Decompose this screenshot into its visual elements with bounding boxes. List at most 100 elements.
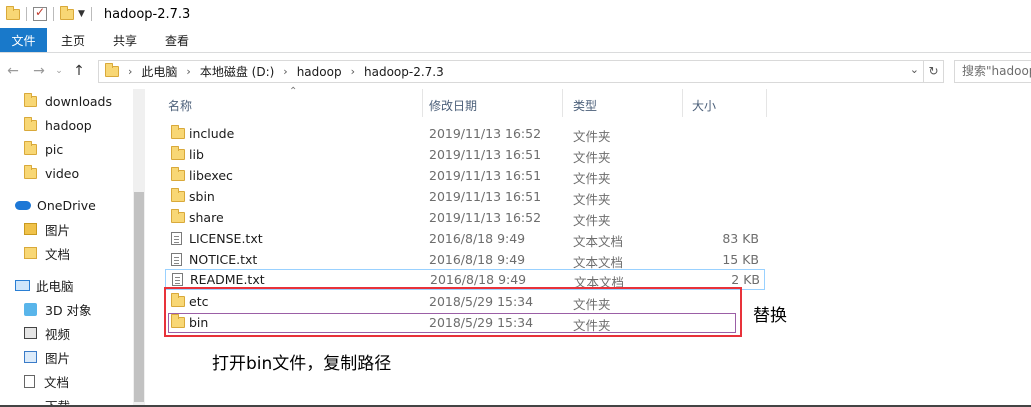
sidebar-item-downloads[interactable]: downloads <box>24 90 112 112</box>
file-date: 2019/11/13 16:52 <box>429 126 542 141</box>
chevron-right-icon[interactable]: › <box>128 65 132 78</box>
sidebar-item-this-pc[interactable]: 此电脑 <box>15 274 74 296</box>
sidebar-item-label: 3D 对象 <box>45 302 92 318</box>
folder-icon <box>24 140 37 155</box>
file-date: 2016/8/18 9:49 <box>429 231 526 246</box>
file-date: 2019/11/13 16:51 <box>429 189 542 204</box>
folder-icon <box>105 63 119 77</box>
address-bar[interactable]: › 此电脑 › 本地磁盘 (D:) › hadoop › hadoop-2.7.… <box>98 60 924 83</box>
file-date: 2016/8/18 9:49 <box>429 252 526 267</box>
file-name: libexec <box>189 168 233 183</box>
file-name: sbin <box>189 189 215 204</box>
sidebar-item-label: hadoop <box>45 117 92 133</box>
sidebar-item-label: 图片 <box>45 350 71 366</box>
table-row[interactable]: share 2019/11/13 16:52 文件夹 <box>165 207 765 228</box>
tab-home[interactable]: 主页 <box>47 28 99 52</box>
documents-icon <box>24 374 35 388</box>
column-headers: ⌃ 名称 修改日期 类型 大小 <box>146 86 1031 117</box>
file-date: 2019/11/13 16:51 <box>429 168 542 183</box>
annotation-open-bin: 打开bin文件，复制路径 <box>212 354 392 374</box>
table-row[interactable]: LICENSE.txt 2016/8/18 9:49 文本文档 83 KB <box>165 228 765 249</box>
quick-access-dropdown-icon[interactable]: ▼ <box>78 9 85 19</box>
column-header-size[interactable]: 大小 <box>692 97 716 114</box>
tab-share[interactable]: 共享 <box>99 28 151 52</box>
tab-view[interactable]: 查看 <box>151 28 203 52</box>
divider[interactable] <box>682 89 683 117</box>
text-file-icon <box>171 253 182 266</box>
pictures-icon <box>24 351 37 363</box>
file-name: include <box>189 126 235 141</box>
sidebar-item-documents[interactable]: 文档 <box>24 370 69 392</box>
file-name: NOTICE.txt <box>189 252 258 267</box>
new-folder-icon[interactable] <box>60 5 74 20</box>
breadcrumb-drive-d[interactable]: 本地磁盘 (D:) <box>200 63 274 80</box>
sort-ascending-icon: ⌃ <box>289 86 298 97</box>
sidebar-item-label: pic <box>45 141 64 157</box>
chevron-right-icon[interactable]: › <box>351 65 355 78</box>
column-header-modified[interactable]: 修改日期 <box>429 97 477 114</box>
table-row[interactable]: NOTICE.txt 2016/8/18 9:49 文本文档 15 KB <box>165 249 765 270</box>
sidebar-item-label: 图片 <box>45 222 71 238</box>
breadcrumb-this-pc[interactable]: 此电脑 <box>141 63 177 80</box>
breadcrumb-hadoop-273[interactable]: hadoop-2.7.3 <box>364 65 444 79</box>
folder-icon <box>24 116 37 131</box>
recent-dropdown-icon[interactable]: ⌄ <box>52 66 66 76</box>
sidebar-item-pictures[interactable]: 图片 <box>24 346 70 368</box>
title-bar: ▼ hadoop-2.7.3 <box>0 0 1031 28</box>
table-row[interactable]: include 2019/11/13 16:52 文件夹 <box>165 123 765 144</box>
table-row[interactable]: sbin 2019/11/13 16:51 文件夹 <box>165 186 765 207</box>
sidebar-item-3d-objects[interactable]: 3D 对象 <box>24 298 92 320</box>
sidebar-item-label: 文档 <box>45 246 71 262</box>
forward-icon[interactable]: → <box>26 63 52 79</box>
file-date: 2016/8/18 9:49 <box>430 272 527 287</box>
column-header-type[interactable]: 类型 <box>573 97 597 114</box>
back-icon[interactable]: ← <box>0 63 26 79</box>
chevron-down-icon[interactable]: ⌄ <box>910 63 919 76</box>
refresh-icon[interactable]: ↻ <box>924 60 944 83</box>
divider[interactable] <box>562 89 563 117</box>
file-size: 83 KB <box>722 231 759 246</box>
ribbon-tabs: 文件 主页 共享 查看 <box>0 28 1031 53</box>
sidebar-item-hadoop[interactable]: hadoop <box>24 114 92 136</box>
sidebar-item-label: video <box>45 165 80 181</box>
folder-icon <box>171 146 185 160</box>
chevron-right-icon[interactable]: › <box>283 65 287 78</box>
sidebar-item-videos[interactable]: 视频 <box>24 322 70 344</box>
3d-objects-icon <box>24 302 37 316</box>
file-name: LICENSE.txt <box>189 231 263 246</box>
sidebar-item-onedrive[interactable]: OneDrive <box>15 194 96 216</box>
sidebar-item-video[interactable]: video <box>24 162 79 184</box>
sidebar-scrollbar[interactable] <box>133 89 145 407</box>
folder-icon <box>171 188 185 202</box>
cloud-icon <box>15 200 31 210</box>
divider[interactable] <box>766 89 767 117</box>
search-input[interactable]: 搜索"hadoop <box>954 60 1031 83</box>
divider[interactable] <box>422 89 423 117</box>
sidebar-item-pic[interactable]: pic <box>24 138 63 160</box>
file-date: 2019/11/13 16:52 <box>429 210 542 225</box>
tab-file[interactable]: 文件 <box>0 28 47 52</box>
up-icon[interactable]: ↑ <box>66 63 92 79</box>
file-name: lib <box>189 147 204 162</box>
properties-icon[interactable] <box>33 5 47 21</box>
text-file-icon <box>172 273 183 286</box>
sidebar-item-label: 文档 <box>44 374 70 390</box>
table-row[interactable]: lib 2019/11/13 16:51 文件夹 <box>165 144 765 165</box>
scrollbar-thumb[interactable] <box>134 192 144 402</box>
column-header-name[interactable]: 名称 <box>168 97 192 114</box>
sidebar-item-label: downloads <box>45 93 112 109</box>
pc-icon <box>15 279 30 291</box>
sidebar-item-onedrive-pictures[interactable]: 图片 <box>24 218 70 240</box>
sidebar-item-label: 此电脑 <box>36 278 74 294</box>
table-row[interactable]: libexec 2019/11/13 16:51 文件夹 <box>165 165 765 186</box>
file-type: 文件夹 <box>573 129 611 144</box>
folder-icon <box>171 125 185 139</box>
file-type: 文件夹 <box>573 192 611 207</box>
folder-icon <box>171 167 185 181</box>
chevron-right-icon[interactable]: › <box>186 65 190 78</box>
folder-icon <box>24 223 37 235</box>
file-name: share <box>189 210 224 225</box>
file-type: 文件夹 <box>573 171 611 186</box>
breadcrumb-hadoop[interactable]: hadoop <box>297 65 342 79</box>
sidebar-item-onedrive-documents[interactable]: 文档 <box>24 242 70 264</box>
